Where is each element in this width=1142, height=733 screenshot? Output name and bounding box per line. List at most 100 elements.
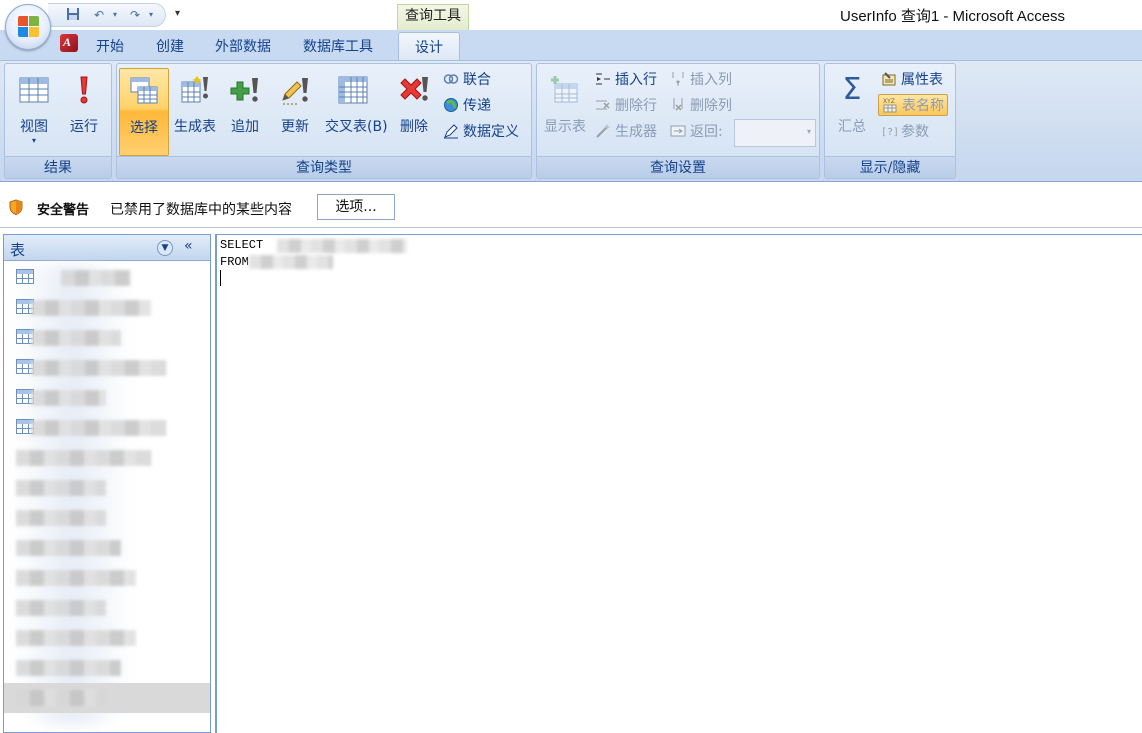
- nav-table-item[interactable]: [16, 476, 206, 498]
- delete-query-label: 删除: [400, 119, 428, 135]
- nav-table-item[interactable]: [16, 446, 206, 468]
- show-table-button[interactable]: 显示表: [539, 68, 591, 156]
- redacted-table-name: [16, 660, 121, 676]
- undo-dropdown-icon[interactable]: ▾: [106, 7, 124, 23]
- run-button[interactable]: 运行: [59, 68, 109, 156]
- delete-x-icon: [400, 77, 428, 101]
- tab-home[interactable]: 开始: [96, 36, 124, 56]
- nav-pane-dropdown-icon[interactable]: ▼: [157, 240, 173, 256]
- group-show-hide: Σ 汇总 属性表 XYZ 表名称 [?] 参数 显示/隐藏: [824, 63, 956, 179]
- customize-qat-icon[interactable]: ▾: [175, 8, 180, 19]
- union-label: 联合: [463, 72, 491, 88]
- data-definition-button[interactable]: 数据定义: [443, 121, 519, 143]
- nav-table-item[interactable]: [16, 536, 206, 558]
- pass-through-button[interactable]: 传递: [443, 95, 491, 117]
- redacted-table-name: [61, 270, 131, 286]
- crosstab-button[interactable]: 交叉表(B): [325, 68, 388, 156]
- redacted-table-name: [16, 510, 106, 526]
- sigma-icon: Σ: [842, 72, 862, 107]
- redacted-table-name: [31, 360, 166, 376]
- save-icon[interactable]: [64, 7, 82, 23]
- update-button[interactable]: 更新: [270, 68, 320, 156]
- nav-table-item[interactable]: [16, 686, 206, 708]
- office-button[interactable]: [5, 4, 51, 50]
- ribbon: 视图 ▾ 运行 结果 选择 生成表 追加 更新 交叉表(B) 删除 联合 传递 …: [0, 60, 1142, 182]
- union-rings-icon: [443, 74, 459, 84]
- redo-dropdown-icon[interactable]: ▾: [142, 7, 160, 23]
- nav-table-item[interactable]: [16, 326, 206, 348]
- property-sheet-button[interactable]: 属性表: [881, 69, 943, 91]
- parameters-button[interactable]: [?] 参数: [881, 121, 929, 143]
- nav-table-item[interactable]: [16, 386, 206, 408]
- table-names-label: 表名称: [902, 98, 944, 114]
- crosstab-label: 交叉表(B): [325, 119, 388, 135]
- group-results-label: 结果: [5, 156, 111, 178]
- union-button[interactable]: 联合: [443, 69, 491, 91]
- group-show-hide-label: 显示/隐藏: [825, 156, 955, 178]
- delete-columns-label: 删除列: [690, 98, 732, 114]
- return-values-combobox[interactable]: ▾: [734, 119, 816, 147]
- crosstab-grid-icon: [338, 76, 368, 104]
- insert-columns-icon: [672, 72, 684, 86]
- nav-table-item[interactable]: [16, 506, 206, 528]
- sql-editor[interactable]: SELECT FROM: [215, 234, 1142, 733]
- redacted-table-name: [31, 300, 151, 316]
- nav-pane-collapse-icon[interactable]: «: [184, 238, 193, 254]
- nav-table-item[interactable]: [16, 356, 206, 378]
- redacted-table-name: [31, 420, 166, 436]
- nav-table-item[interactable]: [16, 416, 206, 438]
- chevron-down-icon: ▾: [806, 127, 811, 136]
- context-tab-group-label: 查询工具: [397, 4, 469, 30]
- insert-rows-button[interactable]: 插入行: [595, 69, 657, 91]
- redacted-sql-text: [249, 255, 333, 269]
- access-app-icon: A: [60, 34, 78, 52]
- insert-rows-label: 插入行: [615, 72, 657, 88]
- tab-database-tools[interactable]: 数据库工具: [303, 36, 373, 56]
- group-query-setup: 显示表 插入行 删除行 生成器 插入列 删除列 返回: ▾ 查询设置: [536, 63, 820, 179]
- nav-table-item[interactable]: [16, 656, 206, 678]
- redacted-table-name: [16, 600, 106, 616]
- parameters-icon: [?]: [881, 127, 897, 138]
- pass-through-label: 传递: [463, 98, 491, 114]
- sql-line-from: FROM: [220, 255, 249, 269]
- parameters-label: 参数: [901, 124, 929, 140]
- redacted-table-name: [31, 330, 121, 346]
- nav-table-item[interactable]: [16, 626, 206, 648]
- select-query-button[interactable]: 选择: [119, 68, 169, 156]
- security-warning-message: 已禁用了数据库中的某些内容: [110, 202, 292, 218]
- nav-table-item[interactable]: [16, 596, 206, 618]
- delete-rows-button[interactable]: 删除行: [595, 95, 657, 117]
- property-sheet-label: 属性表: [901, 72, 943, 88]
- nav-pane-header[interactable]: 表 ▼ «: [4, 235, 210, 261]
- append-button[interactable]: 追加: [220, 68, 270, 156]
- delete-columns-button[interactable]: 删除列: [670, 95, 732, 117]
- builder-label: 生成器: [615, 124, 657, 140]
- tab-create[interactable]: 创建: [156, 36, 184, 56]
- totals-button[interactable]: Σ 汇总: [827, 68, 877, 156]
- svg-text:[?]: [?]: [881, 127, 897, 138]
- redacted-table-name: [16, 570, 136, 586]
- tab-external-data[interactable]: 外部数据: [215, 36, 271, 56]
- redacted-table-name: [16, 450, 151, 466]
- insert-columns-button[interactable]: 插入列: [670, 69, 732, 91]
- table-names-icon: XYZ: [883, 98, 897, 113]
- nav-table-item[interactable]: [16, 566, 206, 588]
- text-caret: [220, 270, 221, 286]
- view-button[interactable]: 视图 ▾: [9, 68, 59, 156]
- nav-table-item[interactable]: [16, 266, 206, 288]
- make-table-button[interactable]: 生成表: [170, 68, 220, 156]
- redacted-table-name: [16, 480, 106, 496]
- sql-line-select: SELECT: [220, 238, 264, 252]
- redacted-sql-text: [277, 239, 407, 253]
- nav-table-item[interactable]: [16, 296, 206, 318]
- security-warning-title: 安全警告: [37, 203, 90, 218]
- options-button[interactable]: 选项...: [317, 194, 395, 220]
- tab-design[interactable]: 设计: [398, 32, 460, 60]
- delete-columns-icon: [673, 98, 683, 111]
- table-names-button[interactable]: XYZ 表名称: [878, 94, 948, 116]
- builder-button[interactable]: 生成器: [595, 121, 657, 143]
- table-icon: [16, 269, 34, 284]
- delete-query-button[interactable]: 删除: [389, 68, 439, 156]
- chevron-down-icon: ▾: [31, 136, 36, 145]
- navigation-pane: 表 ▼ «: [3, 234, 211, 733]
